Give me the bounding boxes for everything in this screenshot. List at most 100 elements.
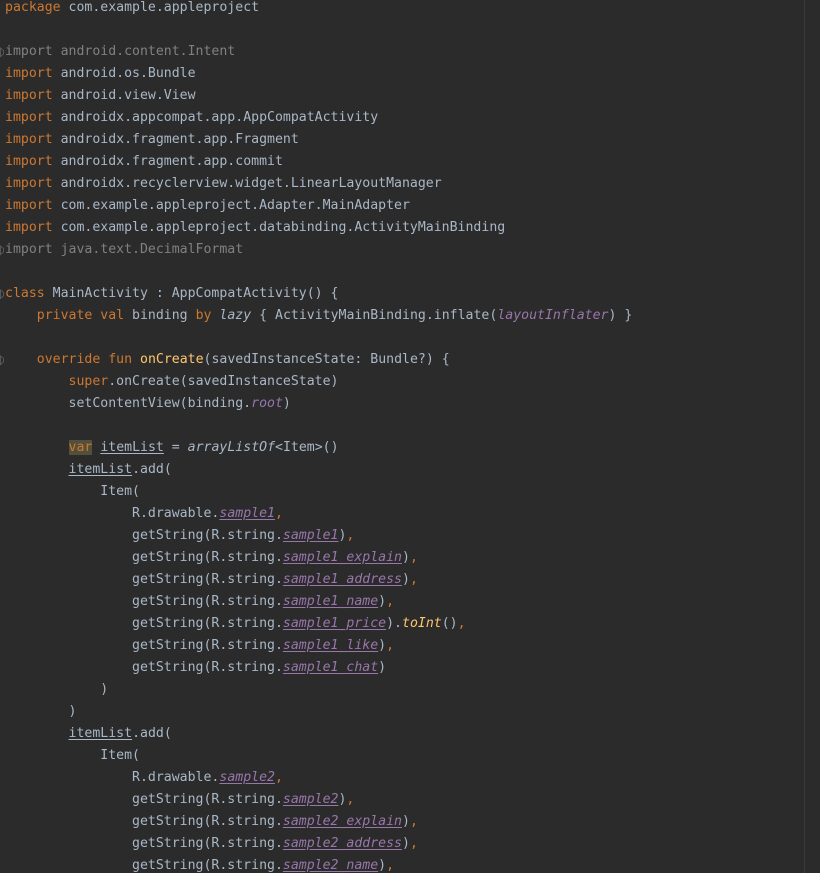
code-token: sample2 xyxy=(219,770,275,785)
code-token: getString(R.string. xyxy=(5,550,283,565)
code-line[interactable]: getString(R.string.sample2_name), xyxy=(5,858,394,873)
fold-marker-icon[interactable] xyxy=(0,352,4,374)
code-line[interactable]: import com.example.appleproject.databind… xyxy=(5,220,505,242)
code-token: ) xyxy=(401,550,410,565)
code-line[interactable]: ) xyxy=(5,704,77,726)
code-line[interactable]: import androidx.appcompat.app.AppCompatA… xyxy=(5,110,378,132)
code-line[interactable]: getString(R.string.sample2), xyxy=(5,792,354,814)
code-token: { ActivityMainBinding.inflate( xyxy=(251,308,498,323)
code-token: , xyxy=(386,638,395,653)
code-token: .onCreate(savedInstanceState) xyxy=(108,374,339,389)
code-token: com.example.appleproject.Adapter.MainAda… xyxy=(52,198,410,213)
code-line[interactable]: import androidx.fragment.app.Fragment xyxy=(5,132,299,154)
code-line[interactable]: import java.text.DecimalFormat xyxy=(5,242,243,264)
code-token: import xyxy=(5,110,53,125)
code-token: binding xyxy=(124,308,196,323)
code-line[interactable]: import android.os.Bundle xyxy=(5,66,196,88)
code-token: getString(R.string. xyxy=(5,638,283,653)
code-token: import xyxy=(5,88,53,103)
code-token: sample2_name xyxy=(282,858,379,873)
code-token: import xyxy=(5,132,53,147)
code-line[interactable]: getString(R.string.sample1_chat) xyxy=(5,660,386,682)
code-token: , xyxy=(346,792,355,807)
code-line[interactable]: getString(R.string.sample1_like), xyxy=(5,638,394,660)
code-token: import xyxy=(5,242,53,257)
code-line[interactable]: import android.view.View xyxy=(5,88,196,110)
code-token: Item( xyxy=(5,484,140,499)
code-line[interactable]: import androidx.fragment.app.commit xyxy=(5,154,283,176)
code-token: ) xyxy=(378,638,387,653)
code-token: sample1_price xyxy=(282,616,387,631)
code-line[interactable]: getString(R.string.sample1_price).toInt(… xyxy=(5,616,466,638)
code-token: <Item>() xyxy=(275,440,339,455)
code-line[interactable]: R.drawable.sample1, xyxy=(5,506,283,528)
code-line[interactable]: import com.example.appleproject.Adapter.… xyxy=(5,198,410,220)
code-token: sample1_name xyxy=(282,594,379,609)
code-token: setContentView(binding. xyxy=(5,396,252,411)
code-token: R.drawable. xyxy=(5,506,220,521)
code-token: sample1_explain xyxy=(282,550,402,565)
code-token: arrayListOf xyxy=(187,440,276,455)
code-line[interactable]: setContentView(binding.root) xyxy=(5,396,291,418)
code-token: onCreate xyxy=(140,352,204,367)
code-token: ) xyxy=(401,814,410,829)
code-token: () xyxy=(441,616,458,631)
code-editor[interactable]: package com.example.appleproject import a… xyxy=(0,0,820,873)
code-token: import xyxy=(5,44,53,59)
code-line[interactable]: Item( xyxy=(5,484,140,506)
code-token: , xyxy=(274,770,283,785)
code-token: layoutInflater xyxy=(497,308,609,323)
code-token: ) xyxy=(378,660,387,675)
code-line[interactable]: import android.content.Intent xyxy=(5,44,235,66)
code-token: android.view.View xyxy=(52,88,196,103)
code-line[interactable]: import androidx.recyclerview.widget.Line… xyxy=(5,176,442,198)
fold-marker-icon[interactable] xyxy=(0,242,4,264)
code-line[interactable]: var itemList = arrayListOf<Item>() xyxy=(5,440,339,462)
code-line[interactable]: class MainActivity : AppCompatActivity()… xyxy=(5,286,338,308)
code-line[interactable]: getString(R.string.sample1_address), xyxy=(5,572,418,594)
code-line[interactable]: Item( xyxy=(5,748,140,770)
code-token: .add( xyxy=(132,462,172,477)
code-token: sample1_chat xyxy=(282,660,379,675)
code-token: MainActivity : AppCompatActivity() { xyxy=(44,286,339,301)
code-token: getString(R.string. xyxy=(5,836,283,851)
code-line[interactable]: getString(R.string.sample1_name), xyxy=(5,594,394,616)
right-margin-guide xyxy=(804,0,805,873)
fold-marker-icon[interactable] xyxy=(0,286,4,308)
code-token: ) xyxy=(282,396,291,411)
code-line[interactable]: ) xyxy=(5,682,108,704)
code-token: sample1 xyxy=(282,528,339,543)
code-token: private val xyxy=(36,308,125,323)
code-token: ) xyxy=(401,572,410,587)
code-token: android.content.Intent xyxy=(52,44,236,59)
code-line[interactable]: getString(R.string.sample2_explain), xyxy=(5,814,418,836)
code-token: com.example.appleproject.databinding.Act… xyxy=(52,220,506,235)
code-token: getString(R.string. xyxy=(5,528,283,543)
code-line[interactable]: private val binding by lazy { ActivityMa… xyxy=(5,308,633,330)
code-token: lazy xyxy=(219,308,252,323)
code-token: , xyxy=(409,572,418,587)
code-token: import xyxy=(5,154,53,169)
code-line[interactable]: itemList.add( xyxy=(5,462,172,484)
code-token: import xyxy=(5,220,53,235)
code-line[interactable]: package com.example.appleproject xyxy=(5,0,259,22)
code-token: , xyxy=(386,858,395,873)
code-token: R.drawable. xyxy=(5,770,220,785)
code-token: , xyxy=(409,814,418,829)
code-token: sample2_address xyxy=(282,836,402,851)
code-token: , xyxy=(386,594,395,609)
code-line[interactable]: super.onCreate(savedInstanceState) xyxy=(5,374,339,396)
code-line[interactable]: itemList.add( xyxy=(5,726,172,748)
code-token: .add( xyxy=(132,726,172,741)
code-line[interactable]: getString(R.string.sample1_explain), xyxy=(5,550,418,572)
code-line[interactable]: getString(R.string.sample1), xyxy=(5,528,354,550)
code-line[interactable]: getString(R.string.sample2_address), xyxy=(5,836,418,858)
code-line[interactable]: override fun onCreate(savedInstanceState… xyxy=(5,352,450,374)
fold-marker-icon[interactable] xyxy=(0,44,4,66)
code-line[interactable]: R.drawable.sample2, xyxy=(5,770,283,792)
code-token: sample1_address xyxy=(282,572,402,587)
code-token: getString(R.string. xyxy=(5,660,283,675)
